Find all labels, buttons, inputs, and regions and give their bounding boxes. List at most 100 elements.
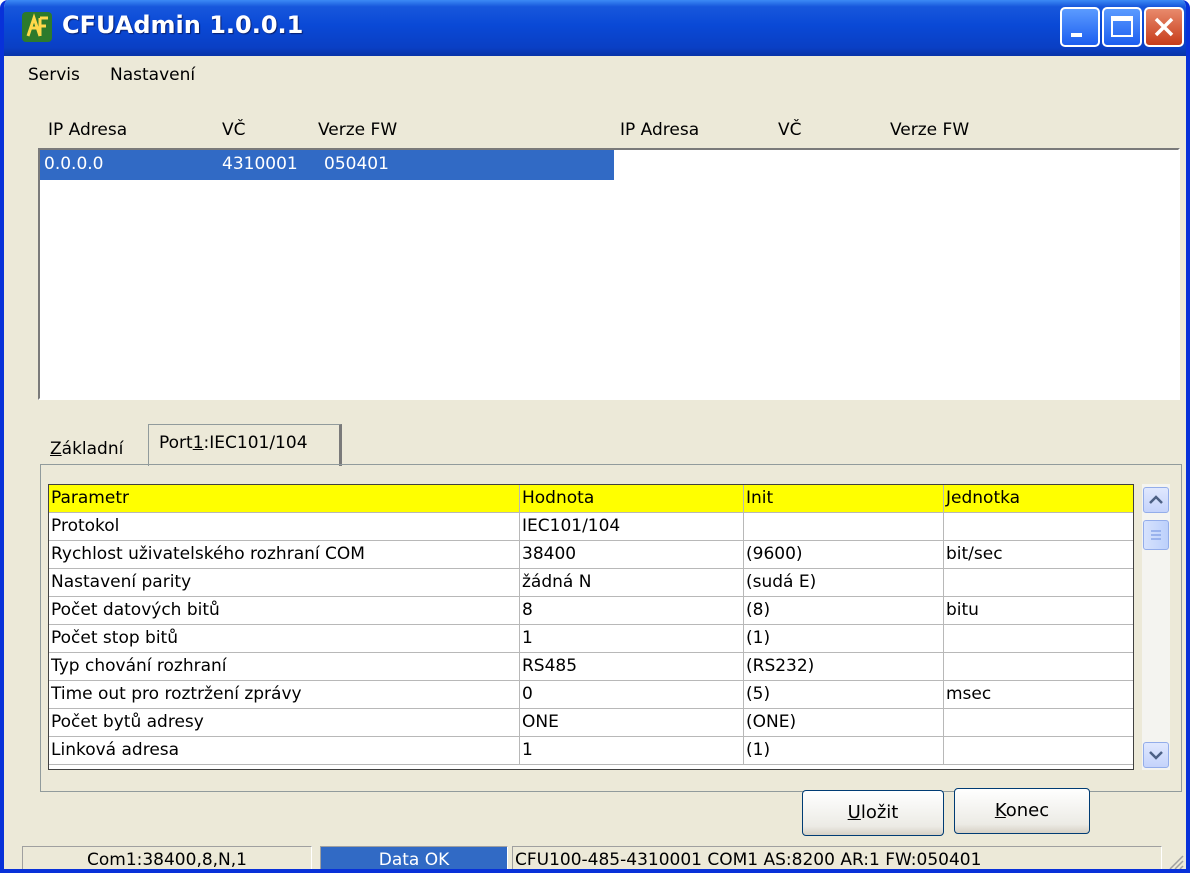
row-unit: [943, 513, 1133, 541]
row-init: (RS232): [743, 653, 943, 681]
row-param: Rychlost uživatelského rozhraní COM: [51, 544, 365, 564]
close-icon: [1154, 17, 1174, 37]
row-param: Počet bytů adresy: [51, 712, 204, 732]
table-row[interactable]: Linková adresa 1 (1): [49, 737, 1133, 765]
row-unit: [943, 737, 1133, 765]
device-list-body[interactable]: 0.0.0.0 4310001 050401: [38, 148, 1180, 400]
close-button[interactable]: [1144, 7, 1184, 47]
row-value[interactable]: 0: [519, 681, 743, 709]
row-param: Počet datových bitů: [51, 600, 220, 620]
header-vc-2[interactable]: VČ: [778, 120, 802, 140]
minimize-icon: [1071, 33, 1082, 37]
exit-label: onec: [1005, 800, 1050, 821]
row-unit: [943, 709, 1133, 737]
scroll-up-button[interactable]: [1143, 487, 1169, 513]
row-init: (ONE): [743, 709, 943, 737]
row-value[interactable]: RS485: [519, 653, 743, 681]
exit-button[interactable]: Konec: [954, 788, 1090, 834]
device-vc: 4310001: [222, 154, 298, 174]
row-init: [743, 513, 943, 541]
row-value[interactable]: 8: [519, 597, 743, 625]
chevron-down-icon: [1149, 751, 1163, 760]
main-window: CFUAdmin 1.0.0.1 Servis Nastavení IP Adr…: [0, 0, 1190, 873]
row-init: (8): [743, 597, 943, 625]
row-value[interactable]: 1: [519, 737, 743, 765]
table-row[interactable]: Počet stop bitů 1 (1): [49, 625, 1133, 653]
list-item[interactable]: 0.0.0.0 4310001 050401: [40, 150, 614, 180]
menu-bar: Servis Nastavení: [4, 56, 1186, 94]
save-label: ložit: [860, 802, 899, 823]
row-param: Protokol: [51, 516, 120, 536]
table-row[interactable]: Time out pro roztržení zprávy 0 (5) msec: [49, 681, 1133, 709]
row-param: Linková adresa: [51, 740, 180, 760]
window-title: CFUAdmin 1.0.0.1: [62, 11, 304, 39]
tab-zakladni-mnemonic: Z: [50, 439, 62, 459]
table-row[interactable]: Počet bytů adresy ONE (ONE): [49, 709, 1133, 737]
save-mnemonic: U: [847, 802, 861, 823]
status-badge: Data OK: [320, 846, 508, 869]
row-value[interactable]: IEC101/104: [519, 513, 743, 541]
header-ip-1[interactable]: IP Adresa: [48, 120, 127, 140]
row-init: (5): [743, 681, 943, 709]
save-button[interactable]: Uložit: [802, 790, 944, 836]
table-row[interactable]: Nastavení parity žádná N (sudá E): [49, 569, 1133, 597]
parameter-grid[interactable]: Parametr Hodnota Init Jednotka Protokol …: [48, 484, 1134, 770]
grid-header-jednotka[interactable]: Jednotka: [943, 485, 1133, 513]
status-device-info: CFU100-485-4310001 COM1 AS:8200 AR:1 FW:…: [512, 846, 1162, 869]
row-unit: bitu: [943, 597, 1133, 625]
row-unit: msec: [943, 681, 1133, 709]
grid-header-hodnota[interactable]: Hodnota: [519, 485, 743, 513]
exit-mnemonic: K: [994, 800, 1006, 821]
table-row[interactable]: Počet datových bitů 8 (8) bitu: [49, 597, 1133, 625]
row-value[interactable]: 38400: [519, 541, 743, 569]
row-init: (sudá E): [743, 569, 943, 597]
tab-port1-label: Port1:IEC101/104: [159, 433, 308, 453]
tab-zakladni-label: ákladní: [61, 439, 124, 459]
maximize-button[interactable]: [1102, 7, 1142, 47]
row-init: (1): [743, 737, 943, 765]
row-unit: [943, 653, 1133, 681]
resize-grip-icon[interactable]: [1166, 852, 1184, 870]
table-row[interactable]: Typ chování rozhraní RS485 (RS232): [49, 653, 1133, 681]
tab-port1-post: :IEC101/104: [203, 433, 308, 453]
grid-header-row: Parametr Hodnota Init Jednotka: [49, 485, 1133, 513]
row-param: Nastavení parity: [51, 572, 192, 592]
row-value[interactable]: ONE: [519, 709, 743, 737]
row-param: Typ chování rozhraní: [51, 656, 227, 676]
tab-zakladni[interactable]: Základní: [50, 439, 123, 459]
row-unit: [943, 569, 1133, 597]
tab-port1-pre: Port: [159, 433, 193, 453]
grip-icon: [1151, 530, 1161, 540]
minimize-button[interactable]: [1060, 7, 1100, 47]
scroll-down-button[interactable]: [1143, 742, 1169, 768]
header-fw-1[interactable]: Verze FW: [318, 120, 397, 140]
device-ip: 0.0.0.0: [44, 154, 104, 174]
menu-nastaveni[interactable]: Nastavení: [110, 65, 195, 85]
grid-header-init[interactable]: Init: [743, 485, 943, 513]
title-bar[interactable]: CFUAdmin 1.0.0.1: [4, 0, 1186, 56]
row-unit: [943, 625, 1133, 653]
device-list-header: IP Adresa VČ Verze FW IP Adresa VČ Verze…: [38, 112, 1180, 148]
tab-port1[interactable]: Port1:IEC101/104: [148, 424, 342, 466]
header-fw-2[interactable]: Verze FW: [890, 120, 969, 140]
row-value[interactable]: žádná N: [519, 569, 743, 597]
status-port: Com1:38400,8,N,1: [22, 846, 312, 869]
maximize-icon: [1111, 16, 1133, 37]
status-bar: Com1:38400,8,N,1 Data OK CFU100-485-4310…: [4, 842, 1186, 870]
device-fw: 050401: [324, 154, 389, 174]
row-param: Time out pro roztržení zprávy: [51, 684, 302, 704]
table-row[interactable]: Protokol IEC101/104: [49, 513, 1133, 541]
table-row[interactable]: Rychlost uživatelského rozhraní COM 3840…: [49, 541, 1133, 569]
header-ip-2[interactable]: IP Adresa: [620, 120, 699, 140]
menu-servis[interactable]: Servis: [28, 65, 80, 85]
header-vc-1[interactable]: VČ: [222, 120, 246, 140]
grid-header-parametr[interactable]: Parametr: [49, 485, 519, 513]
chevron-up-icon: [1149, 495, 1163, 504]
row-value[interactable]: 1: [519, 625, 743, 653]
row-init: (9600): [743, 541, 943, 569]
tab-port1-mnemonic: 1: [192, 433, 204, 453]
grid-scrollbar[interactable]: [1142, 484, 1170, 770]
scroll-thumb[interactable]: [1143, 520, 1169, 550]
app-icon: [22, 12, 52, 42]
device-list[interactable]: IP Adresa VČ Verze FW IP Adresa VČ Verze…: [38, 112, 1180, 400]
